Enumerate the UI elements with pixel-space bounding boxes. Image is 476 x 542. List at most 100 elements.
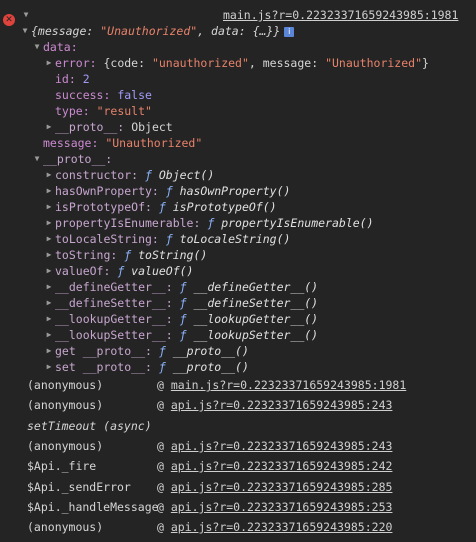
function-glyph-icon: ƒ (172, 312, 194, 326)
proto-item-function: valueOf() (131, 264, 194, 278)
stack-frame-link[interactable]: api.js?r=0.22323371659243985:285 (171, 480, 393, 494)
message-property: message: "Unauthorized" (43, 136, 203, 150)
id-property: id: 2 (55, 72, 90, 86)
proto-item[interactable]: ▶ hasOwnProperty: ƒ hasOwnProperty() (43, 183, 476, 199)
stack-frame: (anonymous) @ api.js?r=0.2232337165924398… (0, 397, 476, 413)
stack-frame-location: @ api.js?r=0.22323371659243985:253 (157, 499, 392, 515)
expand-triangle-icon[interactable]: ▶ (43, 247, 55, 263)
proto-item-key: __defineSetter__: (55, 296, 173, 310)
function-glyph-icon: ƒ (172, 296, 194, 310)
expand-triangle-icon[interactable]: ▶ (43, 359, 55, 375)
stack-frame: (anonymous) @ api.js?r=0.2232337165924398… (0, 438, 476, 454)
proto-item[interactable]: ▶ __lookupSetter__: ƒ __lookupSetter__() (43, 327, 476, 343)
expand-triangle-icon[interactable]: ▼ (20, 7, 32, 23)
collapse-triangle-icon[interactable]: ▼ (19, 23, 31, 39)
stack-frame-location: @ api.js?r=0.22323371659243985:242 (157, 458, 392, 474)
stack-frame-link[interactable]: main.js?r=0.22323371659243985:1981 (171, 378, 406, 392)
expand-triangle-icon[interactable]: ▶ (43, 231, 55, 247)
stack-frame-location: @ api.js?r=0.22323371659243985:243 (157, 438, 392, 454)
proto-item-key: set __proto__: (55, 360, 152, 374)
proto-item-key: __defineGetter__: (55, 280, 173, 294)
proto-item-key: toLocaleString: (55, 232, 159, 246)
console-panel: ✕ ▼ main.js?r=0.22323371659243985:1981 ▼… (0, 0, 476, 542)
proto-property[interactable]: ▼ __proto__: (31, 151, 476, 167)
info-icon[interactable]: i (284, 26, 295, 37)
source-link[interactable]: main.js?r=0.22323371659243985:1981 (223, 7, 458, 23)
stack-frame-link[interactable]: api.js?r=0.22323371659243985:253 (171, 500, 393, 514)
proto-item-function: __defineSetter__() (193, 296, 319, 310)
proto-item[interactable]: ▶ toLocaleString: ƒ toLocaleString() (43, 231, 476, 247)
proto-item-key: __lookupGetter__: (55, 312, 173, 326)
proto-item-key: valueOf: (55, 264, 111, 278)
expand-triangle-icon[interactable]: ▶ (43, 215, 55, 231)
error-message-header[interactable]: ✕ ▼ main.js?r=0.22323371659243985:1981 (0, 7, 476, 26)
function-glyph-icon: ƒ (172, 280, 194, 294)
stack-frame-location: @ api.js?r=0.22323371659243985:285 (157, 479, 392, 495)
expand-triangle-icon[interactable]: ▶ (43, 279, 55, 295)
stack-frame-function: $Api._handleMessage (27, 500, 159, 514)
proto-item[interactable]: ▶ constructor: ƒ Object() (43, 167, 476, 183)
proto-item-function: toString() (138, 248, 208, 262)
stack-frame-function: $Api._fire (27, 459, 97, 473)
at-symbol: @ (157, 439, 171, 453)
at-symbol: @ (157, 500, 171, 514)
function-glyph-icon: ƒ (110, 264, 132, 278)
expand-triangle-icon[interactable]: ▶ (43, 55, 55, 71)
error-icon: ✕ (3, 14, 15, 26)
function-glyph-icon: ƒ (158, 184, 180, 198)
data-proto-property[interactable]: ▶ __proto__: Object (43, 119, 476, 135)
proto-item[interactable]: ▶ get __proto__: ƒ __proto__() (43, 343, 476, 359)
stack-frame-link[interactable]: api.js?r=0.22323371659243985:220 (171, 520, 393, 534)
expand-triangle-icon[interactable]: ▶ (43, 167, 55, 183)
proto-item[interactable]: ▶ __defineGetter__: ƒ __defineGetter__() (43, 279, 476, 295)
expand-triangle-icon[interactable]: ▶ (43, 295, 55, 311)
expand-triangle-icon[interactable]: ▶ (43, 263, 55, 279)
function-glyph-icon: ƒ (151, 360, 173, 374)
object-summary[interactable]: ▼ {message: "Unauthorized", data: {…}} i (19, 23, 476, 39)
proto-item[interactable]: ▶ set __proto__: ƒ __proto__() (43, 359, 476, 375)
stack-frame-link[interactable]: api.js?r=0.22323371659243985:242 (171, 459, 393, 473)
stack-frame-function: $Api._sendError (27, 480, 131, 494)
expand-triangle-icon[interactable]: ▶ (43, 311, 55, 327)
stack-frame-location: @ api.js?r=0.22323371659243985:220 (157, 519, 392, 535)
proto-item-function: __lookupGetter__() (193, 312, 319, 326)
stack-frame-link[interactable]: api.js?r=0.22323371659243985:243 (171, 398, 393, 412)
proto-item-key: propertyIsEnumerable: (55, 216, 201, 230)
proto-item[interactable]: ▶ toString: ƒ toString() (43, 247, 476, 263)
proto-item-function: __proto__() (172, 344, 249, 358)
at-symbol: @ (157, 378, 171, 392)
proto-item-key: __lookupSetter__: (55, 328, 173, 342)
proto-item-function: __defineGetter__() (193, 280, 319, 294)
at-symbol: @ (157, 480, 171, 494)
data-property[interactable]: ▼ data: (31, 39, 476, 55)
expand-triangle-icon[interactable]: ▶ (43, 327, 55, 343)
function-glyph-icon: ƒ (158, 232, 180, 246)
proto-item-key: hasOwnProperty: (55, 184, 159, 198)
stack-frame-function: (anonymous) (27, 398, 104, 412)
proto-item[interactable]: ▶ valueOf: ƒ valueOf() (43, 263, 476, 279)
proto-item[interactable]: ▶ isPrototypeOf: ƒ isPrototypeOf() (43, 199, 476, 215)
async-label: setTimeout (async) (27, 419, 152, 433)
expand-triangle-icon[interactable]: ▶ (43, 183, 55, 199)
type-property: type: "result" (55, 104, 152, 118)
async-boundary-label: setTimeout (async) (0, 418, 476, 434)
error-property[interactable]: ▶ error: {code: "unauthorized", message: … (43, 55, 476, 71)
stack-frame-link[interactable]: api.js?r=0.22323371659243985:243 (171, 439, 393, 453)
expand-triangle-icon[interactable]: ▶ (43, 199, 55, 215)
proto-item-function: toLocaleString() (179, 232, 291, 246)
proto-item[interactable]: ▶ __lookupGetter__: ƒ __lookupGetter__() (43, 311, 476, 327)
function-glyph-icon: ƒ (117, 248, 139, 262)
proto-item[interactable]: ▶ propertyIsEnumerable: ƒ propertyIsEnume… (43, 215, 476, 231)
proto-item-function: propertyIsEnumerable() (221, 216, 374, 230)
stack-frame-location: @ api.js?r=0.22323371659243985:243 (157, 397, 392, 413)
at-symbol: @ (157, 459, 171, 473)
proto-item-function: __lookupSetter__() (193, 328, 319, 342)
proto-item-key: constructor: (55, 168, 139, 182)
proto-item-key: toString: (55, 248, 118, 262)
collapse-triangle-icon[interactable]: ▼ (31, 39, 43, 55)
expand-triangle-icon[interactable]: ▶ (43, 119, 55, 135)
function-glyph-icon: ƒ (200, 216, 222, 230)
expand-triangle-icon[interactable]: ▶ (43, 343, 55, 359)
collapse-triangle-icon[interactable]: ▼ (31, 151, 43, 167)
proto-item[interactable]: ▶ __defineSetter__: ƒ __defineSetter__() (43, 295, 476, 311)
